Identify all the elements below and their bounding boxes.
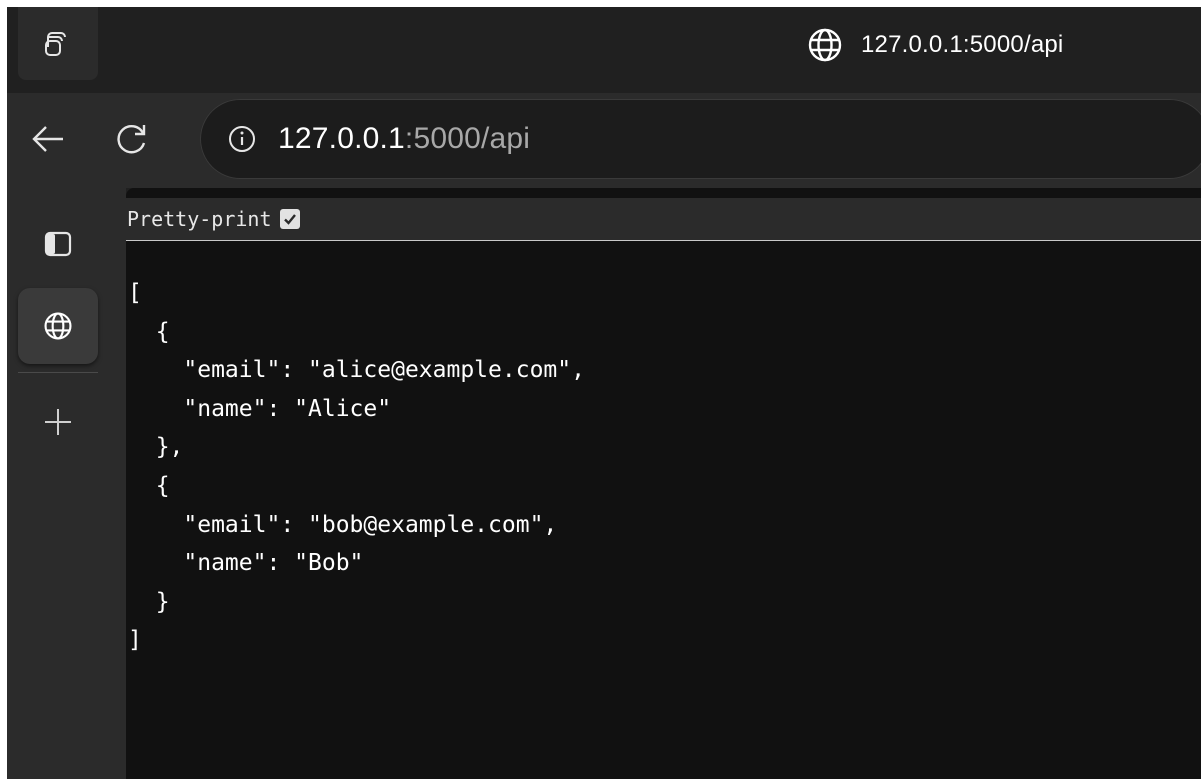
- window-title-text: 127.0.0.1:5000/api: [861, 31, 1064, 58]
- checkmark-icon: [283, 214, 296, 225]
- tab-icon: [44, 231, 72, 257]
- json-line: "email": "alice@example.com",: [128, 357, 585, 384]
- back-arrow-icon: [32, 126, 63, 152]
- globe-icon: [808, 28, 842, 62]
- json-line: [: [128, 280, 142, 306]
- toolbar: 127.0.0.1:5000/api: [7, 93, 1201, 188]
- address-bar[interactable]: 127.0.0.1:5000/api: [200, 99, 1201, 179]
- back-button[interactable]: [25, 116, 71, 162]
- json-line: "email": "bob@example.com",: [128, 511, 558, 538]
- json-body: [ { "email": "alice@example.com", "name"…: [128, 274, 585, 660]
- tab-current-page[interactable]: [18, 288, 98, 364]
- refresh-button[interactable]: [109, 116, 155, 162]
- page-content: Pretty-print [ { "email": "alice@example…: [126, 188, 1201, 779]
- json-line: ]: [128, 627, 142, 654]
- new-tab-button[interactable]: [18, 384, 98, 460]
- pretty-print-label: Pretty-print: [127, 207, 272, 231]
- site-info-button[interactable]: [222, 119, 262, 159]
- title-bar: 127.0.0.1:5000/api: [7, 7, 1201, 93]
- url-host: 127.0.0.1: [278, 122, 405, 155]
- vertical-tab-sidebar: [7, 188, 126, 779]
- workspaces-icon: [45, 31, 66, 56]
- sidebar-divider: [18, 372, 98, 373]
- json-line: "name": "Alice": [128, 395, 392, 422]
- refresh-icon: [117, 125, 146, 154]
- plus-icon: [45, 409, 71, 435]
- tab-actions-button[interactable]: [18, 7, 98, 80]
- json-line: {: [128, 472, 170, 499]
- json-line: "name": "Bob": [128, 550, 364, 577]
- json-line: }: [128, 588, 170, 615]
- json-line: },: [128, 434, 184, 461]
- pretty-print-bar: Pretty-print: [126, 198, 1201, 241]
- json-line: {: [128, 318, 170, 345]
- info-icon: [229, 126, 255, 152]
- pretty-print-checkbox[interactable]: [279, 209, 300, 229]
- tab-actions-sidebar-button[interactable]: [18, 206, 98, 282]
- url-text: 127.0.0.1:5000/api: [278, 122, 530, 156]
- url-path: :5000/api: [404, 122, 531, 155]
- window-title: 127.0.0.1:5000/api: [807, 25, 1063, 65]
- browser-window: 127.0.0.1:5000/api 127.0.0.1:5000/api Pr…: [7, 7, 1201, 779]
- globe-icon: [44, 312, 72, 340]
